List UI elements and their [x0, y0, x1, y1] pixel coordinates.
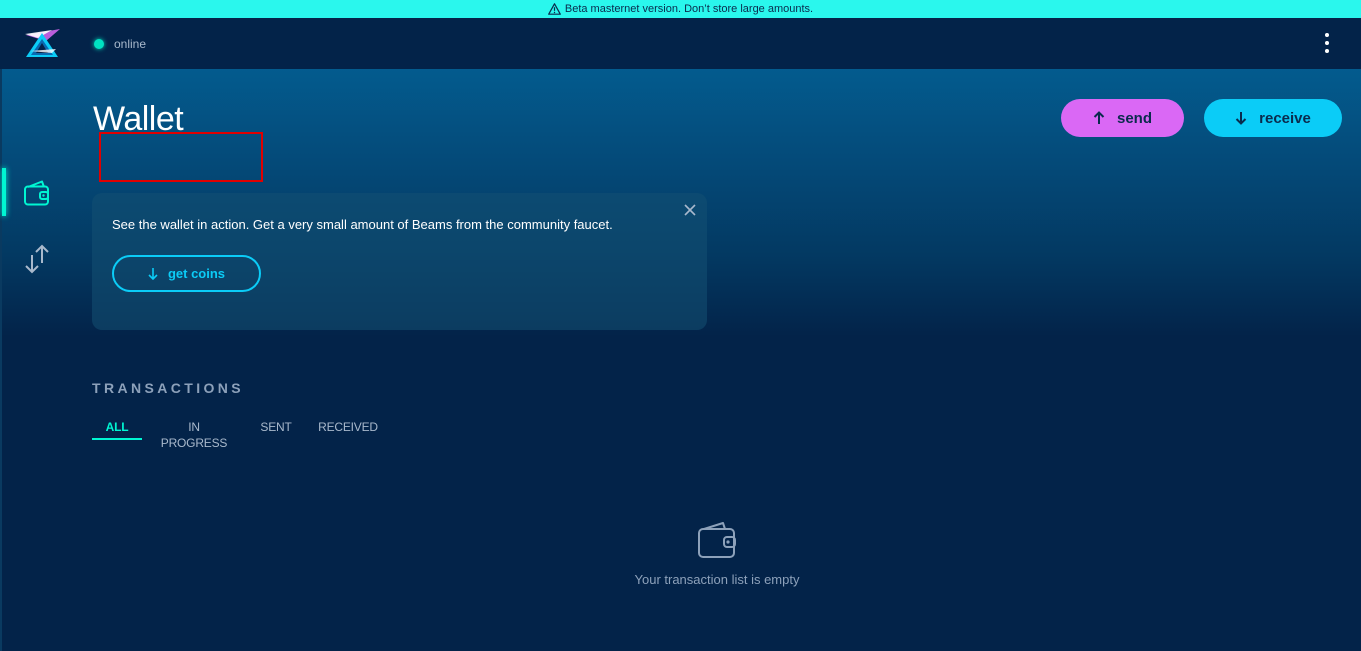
get-coins-button[interactable]: get coins — [112, 255, 261, 292]
tab-active-underline — [92, 438, 142, 440]
warning-icon — [547, 3, 561, 15]
tab-sent[interactable]: SENT — [258, 419, 294, 441]
beam-logo — [22, 27, 64, 61]
sidebar-item-transactions[interactable] — [23, 244, 51, 274]
transactions-heading: TRANSACTIONS — [92, 380, 245, 396]
send-button[interactable]: send — [1061, 99, 1184, 137]
faucet-card: See the wallet in action. Get a very sma… — [92, 193, 707, 330]
sidebar-active-indicator — [2, 168, 6, 216]
faucet-message: See the wallet in action. Get a very sma… — [112, 217, 613, 232]
sidebar — [2, 69, 72, 651]
banner-text: Beta masternet version. Don’t store larg… — [564, 3, 814, 15]
arrow-down-icon — [1235, 112, 1247, 125]
tab-received[interactable]: RECEIVED — [318, 419, 378, 441]
tab-label: ALL — [105, 420, 129, 434]
top-header: online — [0, 18, 1361, 69]
empty-state-text: Your transaction list is empty — [634, 572, 800, 587]
receive-button[interactable]: receive — [1204, 99, 1342, 137]
arrow-up-icon — [1093, 111, 1105, 124]
tab-label: RECEIVED — [318, 420, 378, 434]
transfer-arrows-icon — [25, 244, 49, 274]
sidebar-item-wallet[interactable] — [22, 178, 52, 208]
receive-label: receive — [1259, 109, 1311, 127]
arrow-down-icon — [148, 268, 158, 280]
send-label: send — [1116, 109, 1152, 127]
get-coins-label: get coins — [167, 266, 226, 281]
tab-label: IN PROGRESS — [160, 420, 228, 450]
close-icon[interactable] — [683, 203, 697, 217]
online-status-dot — [94, 39, 104, 49]
more-vertical-icon[interactable] — [1322, 33, 1332, 55]
beta-warning-banner: Beta masternet version. Don’t store larg… — [0, 0, 1361, 18]
wallet-icon — [24, 180, 49, 206]
tab-all[interactable]: ALL — [92, 419, 142, 441]
status-label: online — [114, 37, 147, 51]
empty-wallet-icon — [697, 521, 737, 561]
tab-label: SENT — [260, 420, 292, 434]
tab-in-progress[interactable]: IN PROGRESS — [154, 419, 234, 450]
annotation-highlight-box — [99, 132, 263, 182]
